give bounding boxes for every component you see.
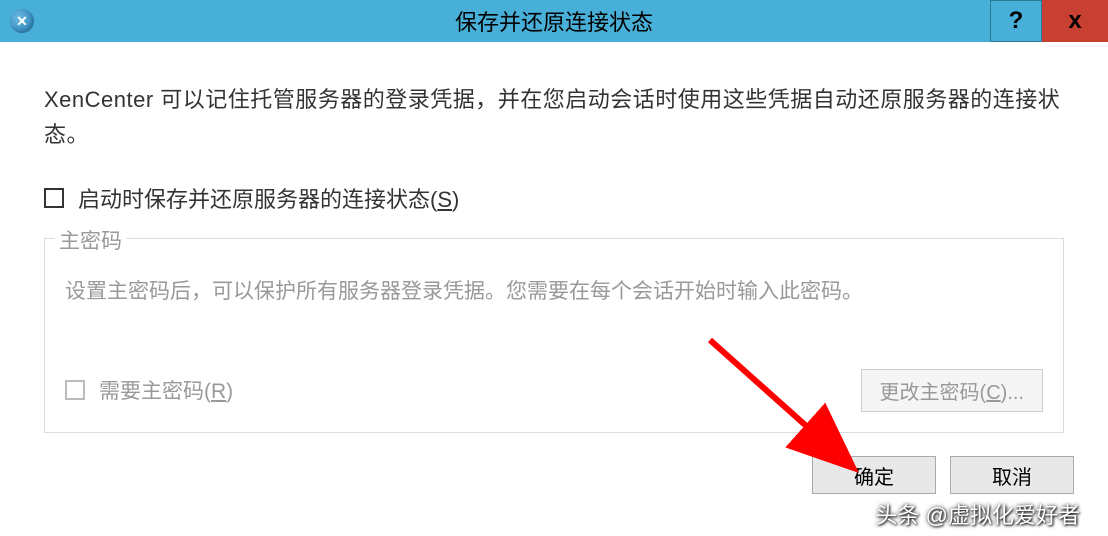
app-icon: ✕ [10, 9, 34, 33]
dialog-description: XenCenter 可以记住托管服务器的登录凭据，并在您启动会话时使用这些凭据自… [44, 82, 1064, 152]
titlebar-buttons: ? x [990, 0, 1108, 42]
dialog-buttons: 确定 取消 [812, 456, 1074, 494]
save-restore-label[interactable]: 启动时保存并还原服务器的连接状态(S) [78, 182, 459, 214]
window-title: 保存并还原连接状态 [455, 5, 653, 37]
master-password-group: 主密码 设置主密码后，可以保护所有服务器登录凭据。您需要在每个会话开始时输入此密… [44, 238, 1064, 433]
save-restore-row: 启动时保存并还原服务器的连接状态(S) [44, 182, 1064, 214]
change-password-button: 更改主密码(C)... [861, 369, 1043, 412]
ok-button[interactable]: 确定 [812, 456, 936, 494]
require-password-checkbox [65, 380, 85, 400]
master-password-description: 设置主密码后，可以保护所有服务器登录凭据。您需要在每个会话开始时输入此密码。 [65, 275, 1043, 309]
require-password-row: 需要主密码(R) [65, 375, 233, 405]
require-password-label: 需要主密码(R) [99, 375, 233, 405]
dialog-content: XenCenter 可以记住托管服务器的登录凭据，并在您启动会话时使用这些凭据自… [0, 42, 1108, 453]
help-button[interactable]: ? [990, 0, 1042, 42]
titlebar: ✕ 保存并还原连接状态 ? x [0, 0, 1108, 42]
save-restore-checkbox[interactable] [44, 188, 64, 208]
cancel-button[interactable]: 取消 [950, 456, 1074, 494]
watermark: 头条 @虚拟化爱好者 [876, 498, 1080, 530]
master-password-bottom: 需要主密码(R) 更改主密码(C)... [65, 369, 1043, 412]
close-button[interactable]: x [1042, 0, 1108, 42]
master-password-legend: 主密码 [55, 225, 126, 255]
